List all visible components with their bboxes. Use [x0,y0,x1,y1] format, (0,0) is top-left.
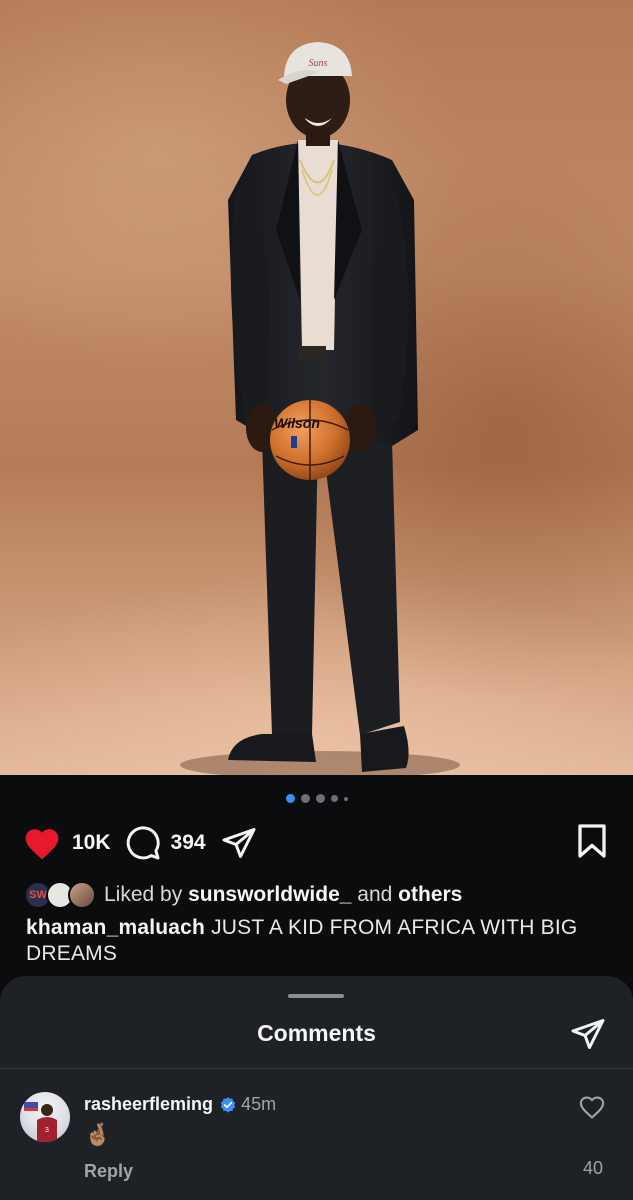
comment-item: 3 rasheerfleming 45m 🤞🏽 Reply 40 [20,1088,613,1188]
ball-brand-label: Wilson [274,415,320,431]
liked-by-prefix: Liked by [104,883,183,906]
liked-by-and: and [357,883,393,906]
liker-avatar-3[interactable] [68,881,96,909]
carousel-dot-1 [285,794,295,803]
like-action[interactable]: 10K [22,825,111,861]
sheet-grabber-handle[interactable] [288,994,344,998]
player-photo-illustration: Suns Wilson [180,42,460,775]
comment-like-button[interactable] [577,1094,607,1125]
commenter-avatar[interactable]: 3 [20,1092,70,1142]
comments-sheet: Comments 3 rasheerfleming 45m 🤞🏽 Reply 4… [0,976,633,1200]
reply-button[interactable]: Reply [84,1161,133,1182]
comment-username[interactable]: rasheerfleming [84,1094,213,1115]
post-photo[interactable]: Suns Wilson [0,0,633,775]
send-paper-plane-icon[interactable] [220,825,258,861]
comment-text: 🤞🏽 [84,1122,112,1147]
comment-like-count: 40 [582,1158,604,1178]
carousel-dot-2 [300,794,310,803]
sheet-divider [0,1068,633,1069]
carousel-dot-4 [330,795,338,802]
like-count[interactable]: 10K [72,831,111,855]
carousel-indicator [0,794,633,803]
bookmark-icon[interactable] [577,823,607,859]
verified-badge-icon [220,1096,236,1113]
svg-text:3: 3 [45,1127,49,1134]
liked-by-avatars[interactable]: SW [24,880,100,910]
liked-by-line[interactable]: SW Liked by sunsworldwide_ and others [24,880,613,910]
send-paper-plane-icon[interactable] [569,1016,607,1052]
share-action[interactable] [220,825,258,861]
carousel-dot-3 [315,794,325,803]
carousel-dot-5 [343,796,348,801]
comments-sheet-title: Comments [257,1020,376,1046]
heart-filled-icon[interactable] [22,825,62,861]
caption-username[interactable]: khaman_maluach [26,916,205,939]
comment-bubble-icon[interactable] [125,825,161,861]
commenter-avatar-image: 3 [24,1102,57,1142]
share-comments-button[interactable] [569,1016,607,1057]
post-caption: khaman_maluach JUST A KID FROM AFRICA WI… [26,915,613,967]
svg-text:Suns: Suns [309,58,328,69]
post-action-bar: 10K 394 [22,822,607,864]
comment-time: 45m [241,1094,277,1114]
comment-header: rasheerfleming 45m [84,1094,276,1115]
comment-count[interactable]: 394 [171,831,206,855]
liked-by-others[interactable]: others [398,883,462,907]
comment-action[interactable]: 394 [125,825,206,861]
save-action[interactable] [577,823,607,864]
heart-outline-icon[interactable] [578,1094,606,1120]
liked-by-username[interactable]: sunsworldwide_ [188,883,351,907]
